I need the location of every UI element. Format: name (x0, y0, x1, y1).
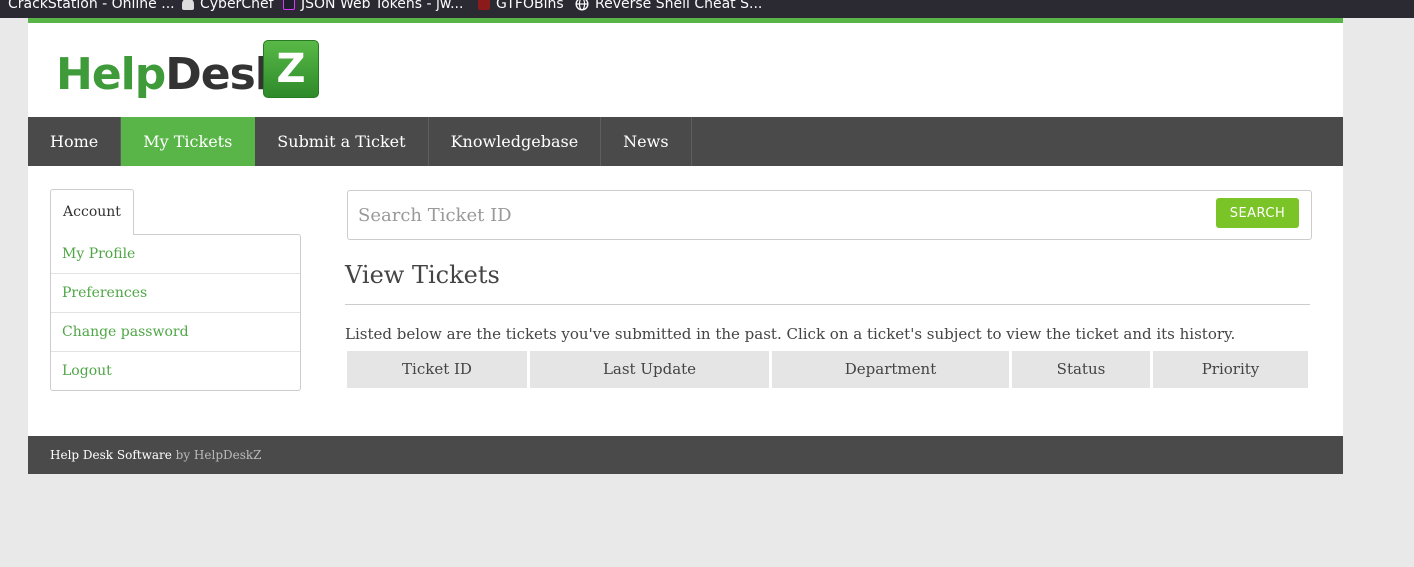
divider (345, 304, 1310, 305)
search-box: SEARCH (347, 190, 1312, 240)
sidebar-item-change-password[interactable]: Change password (51, 313, 300, 352)
nav-submit-ticket[interactable]: Submit a Ticket (255, 117, 429, 166)
helpdeskz-logo[interactable]: HelpDesk Z (56, 40, 321, 100)
accent-bar (28, 18, 1343, 23)
page-title: View Tickets (345, 261, 500, 289)
gtfobins-icon (478, 0, 490, 10)
tab-account[interactable]: Account (50, 189, 134, 235)
bookmark-label: GTFOBins (496, 0, 564, 12)
search-button[interactable]: SEARCH (1216, 198, 1299, 228)
nav-knowledgebase[interactable]: Knowledgebase (429, 117, 602, 166)
bookmark-crackstation[interactable]: CrackStation - Online ... (8, 0, 175, 14)
nav-news[interactable]: News (601, 117, 692, 166)
bookmark-gtfobins[interactable]: GTFOBins (478, 0, 564, 14)
nav-my-tickets[interactable]: My Tickets (121, 117, 256, 166)
bookmark-label: JSON Web Tokens - jw... (301, 0, 464, 12)
bookmark-label: Reverse Shell Cheat S... (595, 0, 763, 12)
page-description: Listed below are the tickets you've subm… (345, 325, 1236, 343)
logo-z-badge: Z (263, 40, 319, 98)
footer-byline: by HelpDeskZ (171, 448, 262, 462)
logo-text: HelpDesk (56, 49, 284, 100)
bookmark-label: CrackStation - Online ... (8, 0, 175, 12)
column-status[interactable]: Status (1012, 351, 1150, 388)
column-last-update[interactable]: Last Update (530, 351, 769, 388)
column-department[interactable]: Department (772, 351, 1009, 388)
chef-hat-icon (182, 0, 194, 10)
sidebar-item-preferences[interactable]: Preferences (51, 274, 300, 313)
logo-help: Help (56, 49, 166, 100)
helpdesk-page: HelpDesk Z Home My Tickets Submit a Tick… (28, 18, 1343, 474)
footer: Help Desk Software by HelpDeskZ (28, 436, 1343, 474)
main-nav: Home My Tickets Submit a Ticket Knowledg… (28, 117, 1343, 166)
account-menu: My Profile Preferences Change password L… (50, 234, 301, 391)
jwt-icon (283, 0, 295, 10)
bookmark-jwt[interactable]: JSON Web Tokens - jw... (283, 0, 463, 14)
bookmark-cyberchef[interactable]: CyberChef (182, 0, 274, 14)
bookmark-label: CyberChef (200, 0, 274, 12)
footer-software-link[interactable]: Help Desk Software (50, 448, 172, 462)
nav-home[interactable]: Home (28, 117, 122, 166)
sidebar-item-my-profile[interactable]: My Profile (51, 235, 300, 274)
bookmarks-bar: CrackStation - Online ... CyberChef JSON… (0, 0, 1414, 18)
column-ticket-id[interactable]: Ticket ID (347, 351, 527, 388)
search-input[interactable] (358, 199, 1198, 231)
column-priority[interactable]: Priority (1153, 351, 1308, 388)
bookmark-reverse-shell[interactable]: Reverse Shell Cheat S... (575, 0, 762, 14)
sidebar-item-logout[interactable]: Logout (51, 352, 300, 391)
globe-icon (575, 0, 589, 11)
